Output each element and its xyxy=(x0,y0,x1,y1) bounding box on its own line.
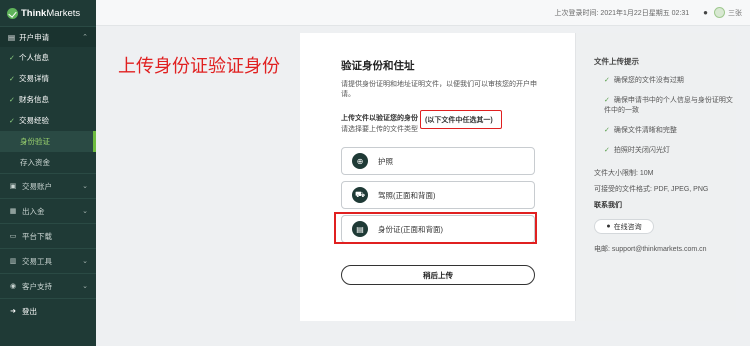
tip-text: 拍照时关闭闪光灯 xyxy=(613,147,670,154)
option-drivers-license[interactable]: ⛟ 驾照(正面和背面) xyxy=(341,181,535,209)
option-label: 护照 xyxy=(378,156,393,166)
highlight-box-id-card xyxy=(334,212,537,244)
support-icon: ◉ xyxy=(9,283,17,290)
avatar[interactable] xyxy=(714,7,725,18)
chevron-up-icon: ⌃ xyxy=(82,34,88,41)
tip-item: ✓ 确保您的文件没有过期 xyxy=(604,76,734,86)
sidebar-step-label: 财务信息 xyxy=(19,95,49,104)
chat-icon[interactable]: ● xyxy=(703,8,708,17)
chevron-down-icon: ⌄ xyxy=(82,258,88,265)
globe-icon: ⊕ xyxy=(352,153,368,169)
option-passport[interactable]: ⊕ 护照 xyxy=(341,147,535,175)
brand-name-thin: Markets xyxy=(46,7,81,19)
formats-text: 可接受的文件格式: PDF, JPEG, PNG xyxy=(594,186,709,193)
chevron-down-icon: ⌄ xyxy=(82,208,88,215)
sidebar-item-tools[interactable]: ▥ 交易工具 ⌄ xyxy=(0,248,96,273)
choose-one-text: (以下文件中任选其一) xyxy=(425,117,493,124)
support-email[interactable]: 电邮: support@thinkmarkets.com.cn xyxy=(594,244,707,254)
download-icon: ▭ xyxy=(9,233,17,240)
tip-text: 确保文件清晰和完整 xyxy=(613,127,677,134)
sidebar-step-trading[interactable]: ✓ 交易详情 xyxy=(0,68,96,89)
trade-account-icon: ▣ xyxy=(9,183,17,190)
sidebar-step-personal[interactable]: ✓ 个人信息 xyxy=(0,47,96,68)
page-title: 验证身份和住址 xyxy=(341,60,415,72)
sidebar-item-label: 交易账户 xyxy=(22,181,52,191)
tip-text: 确保您的文件没有过期 xyxy=(613,77,684,84)
sidebar-step-financial[interactable]: ✓ 财务信息 xyxy=(0,89,96,110)
sidebar-item-trading-accounts[interactable]: ▣ 交易账户 ⌄ xyxy=(0,173,96,198)
sidebar-item-funds[interactable]: ▦ 出入金 ⌄ xyxy=(0,198,96,223)
chat-bubble-icon: ● xyxy=(606,223,611,230)
sidebar-item-label: 平台下载 xyxy=(22,231,52,241)
sidebar-step-experience[interactable]: ✓ 交易经验 xyxy=(0,110,96,131)
verify-card: 验证身份和住址 请提供身份证明和地址证明文件，以便我们可以审核您的开户申请。 上… xyxy=(300,33,575,321)
logout-icon: ➜ xyxy=(10,308,16,315)
check-icon: ✓ xyxy=(604,97,610,104)
max-size-text: 文件大小限制: 10M xyxy=(594,170,654,177)
sidebar-item-download[interactable]: ▭ 平台下载 xyxy=(0,223,96,248)
tips-title: 文件上传提示 xyxy=(594,57,639,66)
sidebar-item-logout[interactable]: ➜ 登出 xyxy=(0,298,96,323)
tip-item: ✓ 确保文件清晰和完整 xyxy=(604,126,734,136)
check-icon: ✓ xyxy=(604,127,610,134)
tip-text: 确保申请书中的个人信息与身份证明文件中的一致 xyxy=(604,97,733,114)
chevron-down-icon: ⌄ xyxy=(82,183,88,190)
tools-icon: ▥ xyxy=(9,258,17,265)
document-icon: ▤ xyxy=(8,32,16,42)
brand-name-bold: Think xyxy=(21,7,47,19)
online-chat-label: 在线咨询 xyxy=(613,223,642,231)
sidebar-item-label: 客户支持 xyxy=(22,281,52,291)
top-bar: 上次登录时间: 2021年1月22日星期五 02:31 ● 三张 xyxy=(96,0,750,26)
upload-tips-panel: 文件上传提示 ✓ 确保您的文件没有过期 ✓ 确保申请书中的个人信息与身份证明文件中的… xyxy=(575,33,736,321)
sidebar-item-label: 登出 xyxy=(22,306,37,316)
last-login-text: 上次登录时间: 2021年1月22日星期五 02:31 xyxy=(554,9,690,17)
check-icon: ✓ xyxy=(604,147,610,154)
sidebar-item-identity[interactable]: 身份验证 xyxy=(0,131,96,152)
check-icon: ✓ xyxy=(604,77,610,84)
sidebar-group-label: 开户申请 xyxy=(19,32,50,42)
sidebar-item-label: 交易工具 xyxy=(22,256,52,266)
contact-heading: 联系我们 xyxy=(594,202,622,209)
sidebar-group-open-account[interactable]: ▤ 开户申请 ⌃ xyxy=(0,26,96,47)
logo-check-icon xyxy=(7,7,18,19)
upload-hint: 请选择要上传的文件类型 xyxy=(341,126,418,133)
upload-later-button[interactable]: 稍后上传 xyxy=(341,265,535,285)
upload-question: 上传文件以验证您的身份 xyxy=(341,115,418,122)
sidebar-step-label: 个人信息 xyxy=(19,53,49,62)
annotation-text: 上传身份证验证身份 xyxy=(118,56,280,77)
tip-item: ✓ 确保申请书中的个人信息与身份证明文件中的一致 xyxy=(604,96,734,116)
check-icon: ✓ xyxy=(9,54,15,62)
online-chat-button[interactable]: ● 在线咨询 xyxy=(594,219,654,234)
car-icon: ⛟ xyxy=(352,187,368,203)
option-label: 驾照(正面和背面) xyxy=(378,190,436,200)
sidebar-step-label: 交易经验 xyxy=(19,116,49,125)
check-icon: ✓ xyxy=(9,117,15,125)
sidebar-item-deposit[interactable]: 存入资金 xyxy=(0,152,96,173)
username[interactable]: 三张 xyxy=(728,8,742,18)
tip-item: ✓ 拍照时关闭闪光灯 xyxy=(604,146,734,156)
sidebar: Think Markets ▤ 开户申请 ⌃ ✓ 个人信息 ✓ 交易详情 ✓ 财务信息 … xyxy=(0,0,96,346)
highlight-box-choose-one: (以下文件中任选其一) xyxy=(420,110,502,129)
sidebar-item-label: 出入金 xyxy=(22,206,45,216)
sidebar-step-label: 交易详情 xyxy=(19,74,49,83)
check-icon: ✓ xyxy=(9,75,15,83)
check-icon: ✓ xyxy=(9,96,15,104)
brand-logo[interactable]: Think Markets xyxy=(0,0,96,26)
sidebar-item-support[interactable]: ◉ 客户支持 ⌄ xyxy=(0,273,96,298)
card-description: 请提供身份证明和地址证明文件，以便我们可以审核您的开户申请。 xyxy=(341,81,537,98)
chevron-down-icon: ⌄ xyxy=(82,283,88,290)
funds-icon: ▦ xyxy=(9,208,17,215)
